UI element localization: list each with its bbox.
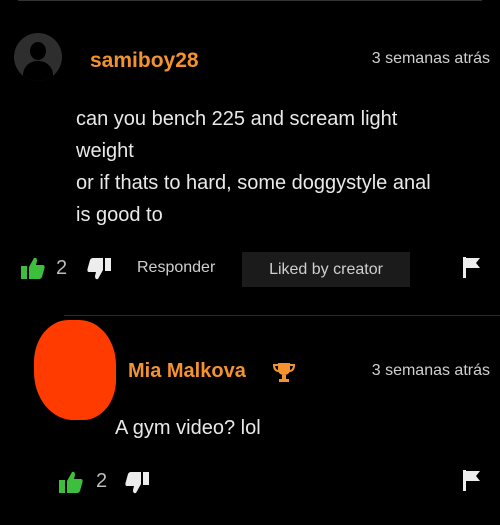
thumbs-up-icon[interactable] <box>20 256 46 280</box>
flag-icon[interactable] <box>462 469 482 491</box>
comment-text-line: can you bench 225 and scream light <box>76 108 398 130</box>
vote-count: 2 <box>56 257 68 279</box>
thumbs-up-icon[interactable] <box>58 470 84 494</box>
reply-button[interactable]: Responder <box>137 259 215 277</box>
flag-icon[interactable] <box>462 256 482 278</box>
reply-divider <box>64 315 500 316</box>
trophy-icon <box>273 363 295 382</box>
vote-count: 2 <box>96 470 108 492</box>
comment-body: can you bench 225 and scream light weigh… <box>76 103 476 231</box>
thumbs-down-icon[interactable] <box>124 471 150 495</box>
comment-text-line: is good to <box>76 204 163 226</box>
comment-timestamp: 3 semanas atrás <box>371 362 490 379</box>
avatar[interactable] <box>14 33 62 81</box>
avatar[interactable] <box>34 320 116 420</box>
comment-username[interactable]: samiboy28 <box>90 49 199 73</box>
comment-text-line: weight <box>76 140 134 162</box>
comment-timestamp: 3 semanas atrás <box>371 50 490 67</box>
top-divider <box>18 0 482 1</box>
comment-username[interactable]: Mia Malkova <box>128 360 246 383</box>
avatar-placeholder-icon <box>30 42 46 60</box>
thumbs-down-icon[interactable] <box>86 257 112 281</box>
comment-body: A gym video? lol <box>115 417 261 439</box>
comment-text-line: or if thats to hard, some doggystyle ana… <box>76 172 431 194</box>
liked-by-creator-badge: Liked by creator <box>242 252 410 287</box>
